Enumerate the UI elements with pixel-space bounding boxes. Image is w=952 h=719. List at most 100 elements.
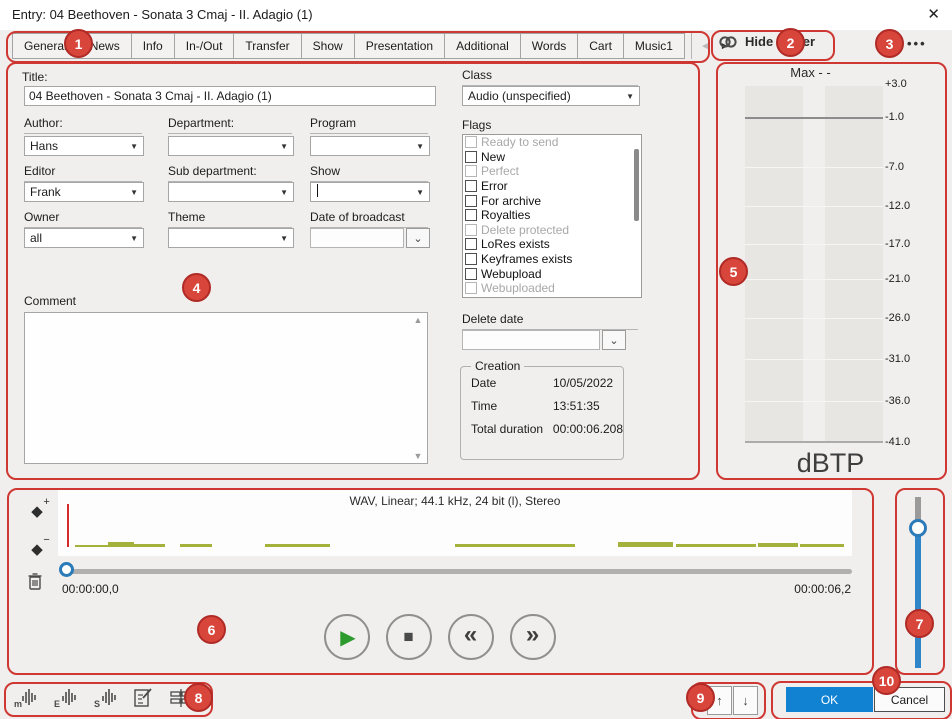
track-layout-icon	[168, 686, 194, 710]
class-combobox[interactable]: Audio (unspecified)▼	[462, 86, 640, 106]
flag-keyframes-exists[interactable]: Keyframes exists	[463, 252, 641, 267]
volume-slider-thumb[interactable]	[909, 519, 927, 537]
department-combobox[interactable]: ▼	[168, 136, 294, 156]
audio-format-info: WAV, Linear; 44.1 kHz, 24 bit (l), Stere…	[58, 494, 852, 508]
creation-legend: Creation	[471, 359, 524, 373]
add-marker-button[interactable]: ◆+	[26, 500, 48, 522]
calendar-dropdown-icon[interactable]: ⌄	[406, 228, 430, 248]
tab-general[interactable]: General	[12, 33, 79, 59]
creation-group: Creation Date10/05/2022 Time13:51:35 Tot…	[460, 366, 624, 460]
flag-error[interactable]: Error	[463, 179, 641, 194]
multitrack-editor-button[interactable]: m	[12, 686, 38, 710]
delete-button[interactable]	[24, 570, 46, 592]
checkbox-icon	[465, 282, 477, 294]
transport-controls: ▶ ■ « »	[8, 614, 871, 660]
tab-bar: General News Info In-/Out Transfer Show …	[12, 33, 730, 59]
tab-show[interactable]: Show	[301, 33, 355, 59]
easytrack-editor-button[interactable]: E	[52, 686, 78, 710]
delete-date-field[interactable]: ⌄	[462, 330, 626, 350]
flags-scrollbar[interactable]	[634, 149, 639, 221]
tab-music1[interactable]: Music1	[623, 33, 685, 59]
waveform-s-icon: S	[92, 686, 118, 710]
flag-new[interactable]: New	[463, 150, 641, 165]
dropdown-arrow-icon: ▼	[280, 188, 288, 197]
edit-text-button[interactable]	[130, 686, 156, 710]
scroll-up-icon[interactable]: ▲	[414, 315, 423, 325]
hide-player-button[interactable]: Hide player	[718, 34, 815, 49]
creation-date-row: Date10/05/2022	[471, 376, 623, 390]
play-icon: ▶	[340, 625, 355, 650]
more-options-button[interactable]: •••	[903, 33, 931, 54]
scroll-down-icon[interactable]: ▼	[414, 451, 423, 461]
flag-delete-protected[interactable]: Delete protected	[463, 223, 641, 238]
time-total: 00:00:06,2	[794, 582, 851, 596]
department-label: Department:	[168, 116, 292, 134]
trash-icon	[27, 572, 43, 591]
volume-track-lower	[915, 536, 921, 668]
dropdown-arrow-icon: ▼	[280, 142, 288, 151]
tab-transfer[interactable]: Transfer	[233, 33, 301, 59]
title-input[interactable]	[24, 86, 436, 106]
flag-for-archive[interactable]: For archive	[463, 193, 641, 208]
cancel-button[interactable]: Cancel	[874, 687, 945, 712]
seek-slider-track[interactable]	[60, 569, 852, 574]
tab-info[interactable]: Info	[131, 33, 175, 59]
routing-button[interactable]	[168, 686, 194, 710]
checkbox-icon	[465, 224, 477, 236]
title-label: Title:	[22, 70, 48, 87]
editor-label: Editor	[24, 164, 142, 182]
checkbox-icon	[465, 253, 477, 265]
flag-webupload[interactable]: Webupload	[463, 266, 641, 281]
rewind-button[interactable]: «	[448, 614, 494, 660]
editor-combobox[interactable]: Frank▼	[24, 182, 144, 202]
tab-presentation[interactable]: Presentation	[354, 33, 445, 59]
checkbox-icon	[465, 136, 477, 148]
remove-marker-icon: ◆−	[31, 540, 43, 558]
meter-bar-left	[745, 86, 803, 442]
volume-slider[interactable]	[896, 488, 941, 672]
meter-bar-right	[825, 86, 883, 442]
tab-words[interactable]: Words	[520, 33, 578, 59]
tab-news[interactable]: News	[78, 33, 132, 59]
tab-in-out[interactable]: In-/Out	[174, 33, 235, 59]
show-combobox[interactable]: ▼	[310, 182, 430, 202]
theme-combobox[interactable]: ▼	[168, 228, 294, 248]
flag-ready-to-send[interactable]: Ready to send	[463, 135, 641, 150]
flag-perfect[interactable]: Perfect	[463, 164, 641, 179]
meter-max-label: Max - -	[717, 65, 904, 80]
forward-button[interactable]: »	[510, 614, 556, 660]
date-of-broadcast-field[interactable]: ⌄	[310, 228, 430, 248]
singletrack-editor-button[interactable]: S	[92, 686, 118, 710]
comment-textarea[interactable]: ▲ ▼	[24, 312, 428, 464]
dropdown-arrow-icon: ▼	[416, 142, 424, 151]
stop-button[interactable]: ■	[386, 614, 432, 660]
meter-tick: -7.0	[885, 161, 933, 173]
flag-lores-exists[interactable]: LoRes exists	[463, 237, 641, 252]
flag-royalties[interactable]: Royalties	[463, 208, 641, 223]
play-button[interactable]: ▶	[324, 614, 370, 660]
tab-scroll-left-icon[interactable]: ◄	[700, 41, 710, 52]
seek-slider-thumb[interactable]	[59, 562, 74, 577]
checkbox-icon	[465, 165, 477, 177]
program-combobox[interactable]: ▼	[310, 136, 430, 156]
author-combobox[interactable]: Hans▼	[24, 136, 144, 156]
tab-cart[interactable]: Cart	[577, 33, 624, 59]
delete-date-label: Delete date	[462, 312, 638, 330]
ok-button[interactable]: OK	[786, 687, 873, 712]
remove-marker-button[interactable]: ◆−	[26, 538, 48, 560]
sub-department-combobox[interactable]: ▼	[168, 182, 294, 202]
checkbox-icon	[465, 180, 477, 192]
comment-scrollbar[interactable]: ▲ ▼	[411, 315, 425, 461]
meter-bottom-line	[745, 441, 883, 443]
tab-additional[interactable]: Additional	[444, 33, 521, 59]
creation-duration-row: Total duration00:00:06.208	[471, 422, 623, 436]
calendar-dropdown-icon[interactable]: ⌄	[602, 330, 626, 350]
next-entry-button[interactable]: ↓	[733, 686, 758, 715]
meter-tick: -26.0	[885, 312, 933, 324]
flag-partial[interactable]	[463, 296, 641, 298]
owner-combobox[interactable]: all▼	[24, 228, 144, 248]
waveform-display[interactable]: WAV, Linear; 44.1 kHz, 24 bit (l), Stere…	[58, 490, 852, 556]
close-icon[interactable]: ✕	[927, 5, 940, 23]
flag-webuploaded[interactable]: Webuploaded	[463, 281, 641, 296]
previous-entry-button[interactable]: ↑	[707, 686, 732, 715]
